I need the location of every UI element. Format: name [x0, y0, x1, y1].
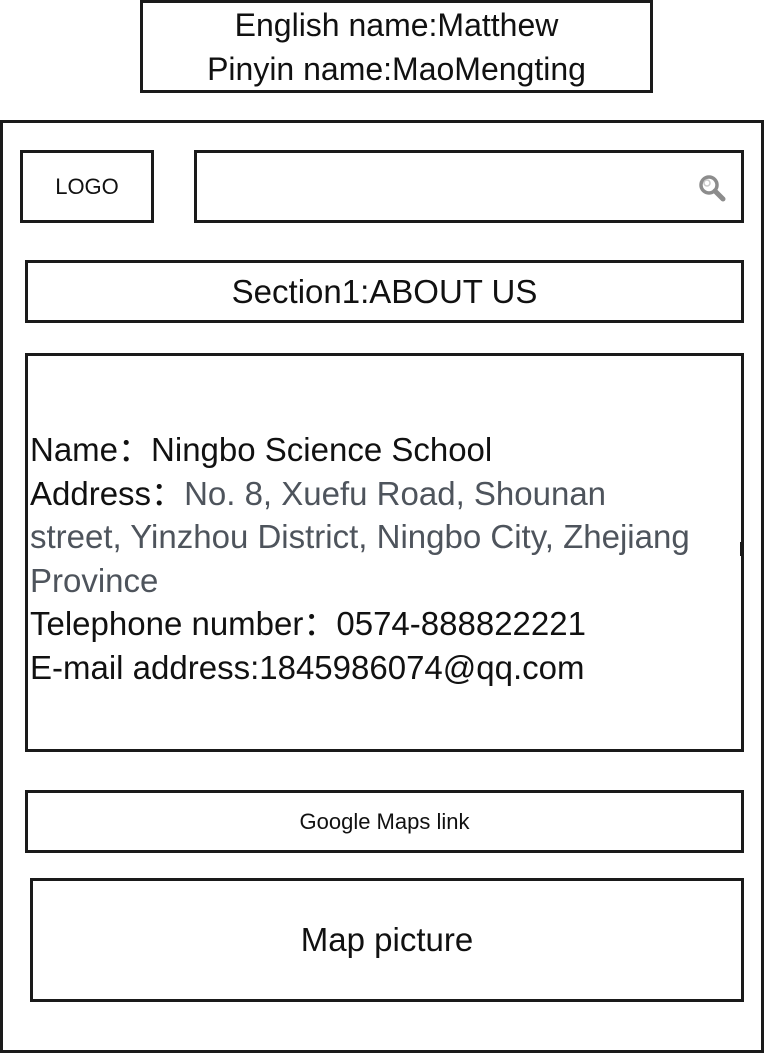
logo[interactable]: LOGO: [20, 150, 154, 223]
name-header: English name:Matthew Pinyin name:MaoMeng…: [140, 0, 653, 93]
section-title-text: Section1:ABOUT US: [231, 272, 538, 310]
name-label: Name：: [30, 431, 152, 468]
telephone-value: 0574-888822221: [336, 605, 586, 642]
logo-label: LOGO: [55, 173, 119, 199]
email-value: 1845986074@qq.com: [259, 648, 585, 686]
contact-info-text: Name：Ningbo Science School Address：No. 8…: [30, 428, 690, 689]
pinyin-name-text: Pinyin name:MaoMengting: [207, 50, 586, 87]
email-line: E-mail address:1845986074@qq.com: [30, 646, 690, 690]
contact-info-panel: Name：Ningbo Science School Address：No. 8…: [25, 353, 744, 752]
map-picture-label: Map picture: [300, 921, 474, 958]
search-input[interactable]: [194, 150, 744, 223]
email-label: E-mail address:: [30, 648, 260, 686]
resize-handle: [740, 542, 741, 556]
map-picture-placeholder: Map picture: [30, 878, 744, 1002]
english-name-text: English name:Matthew: [234, 6, 559, 43]
address-label: Address：: [30, 474, 185, 512]
google-maps-link[interactable]: Google Maps link: [25, 790, 744, 853]
section-title: Section1:ABOUT US: [25, 260, 744, 323]
telephone-label: Telephone number：: [30, 605, 337, 642]
school-name-line: Name：Ningbo Science School: [30, 428, 690, 472]
telephone-line: Telephone number：0574-888822221: [30, 602, 690, 646]
address-line: Address：No. 8, Xuefu Road, Shounan stree…: [30, 472, 690, 603]
search-icon[interactable]: [697, 173, 727, 203]
google-maps-link-label: Google Maps link: [299, 808, 470, 834]
name-value: Ningbo Science School: [151, 431, 493, 468]
